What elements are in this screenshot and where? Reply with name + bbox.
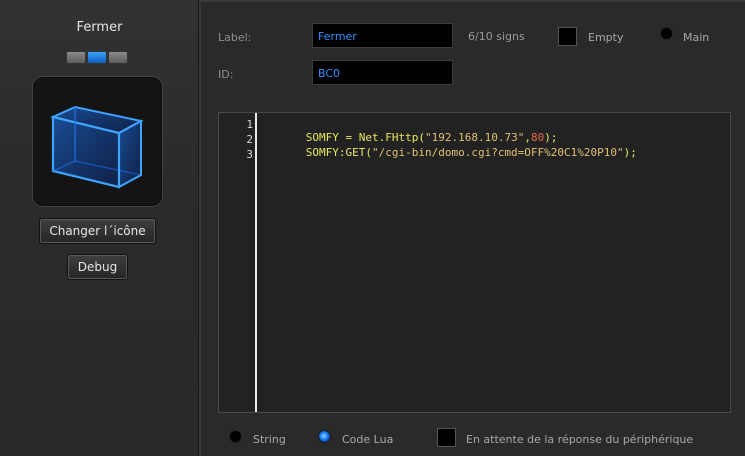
- icon-variant-selector[interactable]: [66, 51, 128, 64]
- id-caption: ID:: [218, 68, 234, 81]
- main-label: Main: [683, 31, 710, 44]
- label-input[interactable]: Fermer: [312, 23, 453, 48]
- string-radio[interactable]: [229, 430, 242, 443]
- empty-checkbox[interactable]: [558, 27, 577, 46]
- debug-button[interactable]: Debug: [68, 255, 127, 279]
- code-lua-label: Code Lua: [342, 433, 394, 446]
- wait-response-checkbox[interactable]: [437, 428, 456, 447]
- icon-variant-1[interactable]: [66, 51, 86, 64]
- string-label: String: [253, 433, 286, 446]
- device-panel: Fermer Changer l´icône Debug: [0, 0, 199, 456]
- lua-code-editor[interactable]: 1 2 3 SOMFY = Net.FHttp("192.168.10.73",…: [218, 112, 731, 413]
- top-divider: [201, 0, 745, 2]
- empty-label: Empty: [588, 31, 624, 44]
- wait-response-label: En attente de la réponse du périphérique: [466, 433, 694, 446]
- code-token: );: [623, 146, 637, 159]
- panel-divider: [199, 0, 201, 456]
- code-token: "/cgi-bin/domo.cgi?cmd=OFF%20C1%20P10": [371, 146, 624, 159]
- device-icon-box: [32, 76, 163, 207]
- line-number-gutter: 1 2 3: [219, 113, 257, 412]
- line-number: 1: [246, 118, 253, 131]
- main-radio[interactable]: [660, 27, 673, 40]
- label-caption: Label:: [218, 31, 252, 44]
- device-title: Fermer: [76, 20, 123, 35]
- line-number: 3: [246, 148, 253, 161]
- icon-variant-3[interactable]: [108, 51, 128, 64]
- change-icon-button[interactable]: Changer l´icône: [40, 219, 155, 243]
- code-lua-radio[interactable]: [318, 430, 331, 443]
- scene-editor: Fermer Changer l´icône Debug Label: Ferm…: [0, 0, 745, 456]
- icon-variant-2[interactable]: [87, 51, 107, 64]
- line-number: 2: [246, 133, 253, 146]
- code-token: SOMFY:GET(: [305, 146, 372, 159]
- id-input[interactable]: BC0: [312, 60, 453, 85]
- cube-icon: [49, 105, 144, 189]
- code-line[interactable]: SOMFY:GET("/cgi-bin/domo.cgi?cmd=OFF%20C…: [266, 133, 637, 172]
- label-char-count: 6/10 signs: [468, 30, 525, 43]
